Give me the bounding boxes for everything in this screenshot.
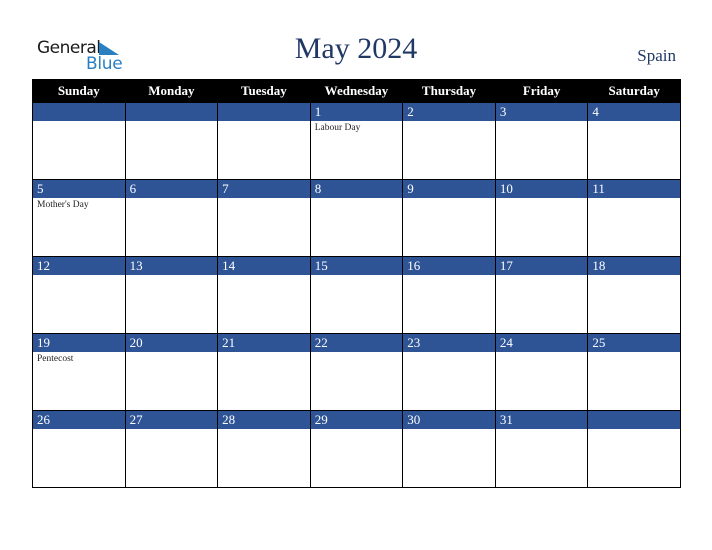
calendar-grid: Sunday Monday Tuesday Wednesday Thursday Frid… — [32, 79, 681, 488]
day-number: 9 — [403, 180, 495, 198]
day-cell[interactable]: 27 — [124, 410, 219, 488]
day-cell[interactable]: 11 — [587, 179, 681, 257]
day-number: 5 — [33, 180, 125, 198]
day-cell[interactable]: 5 Mother's Day — [32, 179, 126, 257]
holiday-label: Pentecost — [37, 354, 74, 364]
day-number: 11 — [588, 180, 680, 198]
day-cell[interactable]: 21 — [217, 333, 311, 411]
day-number: 22 — [310, 334, 403, 352]
weekday-saturday: Saturday — [587, 79, 681, 103]
day-number: 1 — [310, 103, 403, 121]
day-cell[interactable]: 22 — [309, 333, 404, 411]
day-number: 19 — [33, 334, 125, 352]
weekday-friday: Friday — [494, 79, 589, 103]
week-row: 1 Labour Day 2 3 4 — [32, 102, 681, 180]
weekday-tuesday: Tuesday — [217, 79, 311, 103]
day-number: 2 — [403, 103, 495, 121]
day-number: 10 — [495, 180, 588, 198]
day-cell[interactable]: 16 — [402, 256, 496, 334]
day-cell[interactable]: 28 — [217, 410, 311, 488]
day-number: 15 — [310, 257, 403, 275]
day-number: 7 — [218, 180, 310, 198]
weekday-sunday: Sunday — [32, 79, 126, 103]
day-cell[interactable]: 26 — [32, 410, 126, 488]
day-number: 20 — [125, 334, 218, 352]
weekday-wednesday: Wednesday — [309, 79, 404, 103]
day-number: 29 — [310, 411, 403, 429]
day-cell[interactable]: 7 — [217, 179, 311, 257]
day-number: 12 — [33, 257, 125, 275]
day-cell[interactable]: 30 — [402, 410, 496, 488]
day-cell[interactable]: 9 — [402, 179, 496, 257]
day-number: 28 — [218, 411, 310, 429]
day-number — [218, 103, 310, 121]
day-cell[interactable]: 14 — [217, 256, 311, 334]
day-number: 16 — [403, 257, 495, 275]
week-row: 12 13 14 15 16 17 18 — [32, 256, 681, 334]
week-row: 5 Mother's Day 6 7 8 9 10 11 — [32, 179, 681, 257]
day-cell[interactable] — [587, 410, 681, 488]
day-number: 18 — [588, 257, 680, 275]
day-cell[interactable]: 6 — [124, 179, 219, 257]
day-cell[interactable]: 8 — [309, 179, 404, 257]
day-number: 4 — [588, 103, 680, 121]
day-cell[interactable]: 25 — [587, 333, 681, 411]
day-number: 6 — [125, 180, 218, 198]
day-number: 25 — [588, 334, 680, 352]
day-cell[interactable]: 31 — [494, 410, 589, 488]
day-cell[interactable]: 20 — [124, 333, 219, 411]
day-cell[interactable]: 19 Pentecost — [32, 333, 126, 411]
day-number: 26 — [33, 411, 125, 429]
day-number: 27 — [125, 411, 218, 429]
day-cell[interactable]: 4 — [587, 102, 681, 180]
day-cell[interactable]: 12 — [32, 256, 126, 334]
day-number: 8 — [310, 180, 403, 198]
day-cell[interactable] — [124, 102, 219, 180]
day-number: 30 — [403, 411, 495, 429]
day-cell[interactable] — [32, 102, 126, 180]
day-cell[interactable]: 13 — [124, 256, 219, 334]
calendar-title: May 2024 — [294, 32, 418, 65]
day-cell[interactable]: 10 — [494, 179, 589, 257]
country-label: Spain — [637, 46, 676, 65]
week-row: 19 Pentecost 20 21 22 23 24 25 — [32, 333, 681, 411]
day-number — [588, 411, 680, 429]
day-number: 17 — [495, 257, 588, 275]
day-number: 23 — [403, 334, 495, 352]
day-cell[interactable]: 15 — [309, 256, 404, 334]
weekday-header-row: Sunday Monday Tuesday Wednesday Thursday Frid… — [32, 79, 681, 103]
day-cell[interactable]: 17 — [494, 256, 589, 334]
day-cell[interactable]: 1 Labour Day — [309, 102, 404, 180]
week-row: 26 27 28 29 30 31 — [32, 410, 681, 488]
weekday-thursday: Thursday — [402, 79, 496, 103]
holiday-label: Mother's Day — [37, 200, 89, 210]
day-cell[interactable]: 3 — [494, 102, 589, 180]
day-number: 21 — [218, 334, 310, 352]
day-number: 13 — [125, 257, 218, 275]
day-cell[interactable]: 2 — [402, 102, 496, 180]
day-number — [125, 103, 218, 121]
day-number: 31 — [495, 411, 588, 429]
holiday-label: Labour Day — [314, 123, 361, 133]
day-cell[interactable]: 23 — [402, 333, 496, 411]
day-cell[interactable] — [217, 102, 311, 180]
day-cell[interactable]: 18 — [587, 256, 681, 334]
day-cell[interactable]: 29 — [309, 410, 404, 488]
day-cell[interactable]: 24 — [494, 333, 589, 411]
weekday-monday: Monday — [124, 79, 219, 103]
day-number: 24 — [495, 334, 588, 352]
day-number: 3 — [495, 103, 588, 121]
day-number: 14 — [218, 257, 310, 275]
day-number — [33, 103, 125, 121]
